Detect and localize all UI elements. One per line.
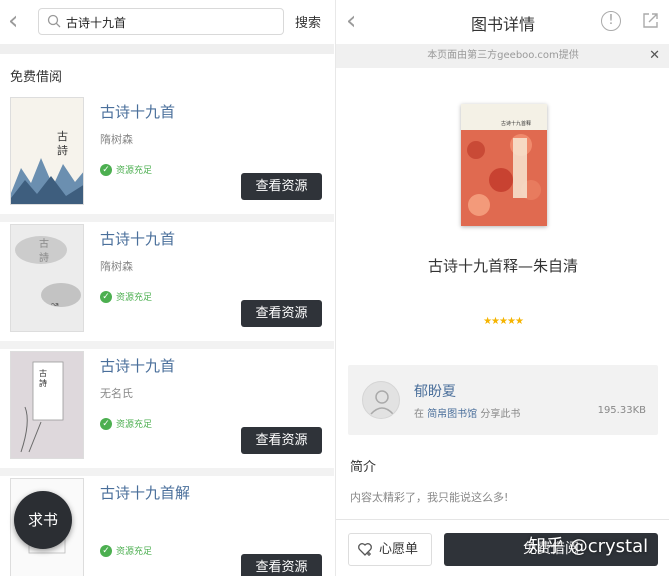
sharer-name[interactable]: 郁盼夏 — [414, 381, 456, 401]
book-cover: 古 詩 — [10, 351, 84, 459]
check-icon: ✓ — [100, 290, 112, 303]
divider — [0, 44, 334, 54]
info-icon[interactable]: ! — [601, 11, 621, 31]
svg-text:古: 古 — [39, 237, 49, 250]
intro-heading: 简介 — [350, 460, 377, 475]
check-icon: ✓ — [100, 417, 112, 430]
search-results-panel: ‹ 古诗十九首 搜索 免费借阅 古 詩 古诗十九首 隋树森 ✓ 资源充足 查看资… — [0, 0, 334, 576]
availability-badge: ✓ 资源充足 — [100, 163, 152, 176]
book-title[interactable]: 古诗十九首 — [100, 228, 175, 249]
availability-badge: ✓ 资源充足 — [100, 290, 152, 303]
file-size: 195.33KB — [597, 405, 646, 416]
section-title: 免费借阅 — [10, 70, 63, 85]
check-icon: ✓ — [100, 544, 112, 557]
list-item[interactable]: 古 詩 古诗十九首 隋树森 ✓ 资源充足 查看资源 — [0, 97, 334, 223]
search-button[interactable]: 搜索 — [295, 12, 321, 31]
book-title[interactable]: 古诗十九首 — [100, 101, 175, 122]
book-author: 隋树森 — [100, 133, 133, 146]
book-author: 无名氏 — [100, 387, 133, 400]
divider — [0, 214, 334, 222]
availability-badge: ✓ 资源充足 — [100, 544, 152, 557]
heart-icon — [358, 543, 372, 556]
divider — [336, 519, 669, 520]
list-item[interactable]: 古 詩 古诗十九首 无名氏 ✓ 资源充足 查看资源 — [0, 351, 334, 477]
sharer-card[interactable]: 郁盼夏 在 简帛图书馆 分享此书 195.33KB — [348, 365, 658, 435]
book-detail-panel: ‹ 图书详情 ! 本页面由第三方geeboo.com提供 ✕ 古诗十九首释 古诗… — [335, 0, 669, 576]
book-title[interactable]: 古诗十九首 — [100, 355, 175, 376]
svg-text:詩: 詩 — [39, 252, 49, 264]
search-header: ‹ 古诗十九首 搜索 — [0, 0, 334, 44]
divider — [0, 341, 334, 349]
close-icon[interactable]: ✕ — [649, 44, 660, 68]
avatar — [362, 381, 400, 419]
wishlist-button[interactable]: 心愿单 — [348, 533, 432, 566]
request-book-button[interactable]: 求书 — [14, 491, 72, 549]
search-icon — [47, 14, 61, 28]
library-link[interactable]: 简帛图书馆 — [427, 409, 477, 420]
sharer-library-line: 在 简帛图书馆 分享此书 — [414, 409, 521, 420]
third-party-notice: 本页面由第三方geeboo.com提供 ✕ — [336, 44, 669, 68]
check-icon: ✓ — [100, 163, 112, 176]
book-cover: 古诗十九首释 — [461, 104, 547, 226]
rating-stars: ★★★★★ — [483, 316, 524, 327]
book-title[interactable]: 古诗十九首解 — [100, 482, 190, 503]
view-resources-button[interactable]: 查看资源 — [241, 300, 322, 327]
svg-text:古: 古 — [39, 368, 47, 378]
search-input-value: 古诗十九首 — [66, 16, 127, 30]
detail-header: ‹ 图书详情 ! — [336, 0, 669, 44]
intro-text: 内容太精彩了，我只能说这么多! — [350, 491, 509, 504]
svg-text:詩: 詩 — [57, 144, 68, 157]
list-item[interactable]: 古 詩 ↝ 古诗十九首 隋树森 ✓ 资源充足 查看资源 — [0, 224, 334, 350]
search-input[interactable]: 古诗十九首 — [38, 8, 284, 35]
book-cover: 古 詩 — [10, 97, 84, 205]
book-author: 隋树森 — [100, 260, 133, 273]
svg-text:詩: 詩 — [39, 378, 47, 388]
view-resources-button[interactable]: 查看资源 — [241, 173, 322, 200]
watermark: 知乎 @crystal — [528, 536, 649, 557]
share-icon[interactable] — [641, 11, 660, 30]
view-resources-button[interactable]: 查看资源 — [241, 554, 322, 576]
svg-text:古: 古 — [57, 130, 68, 143]
back-icon[interactable]: ‹ — [8, 8, 30, 36]
svg-text:↝: ↝ — [50, 300, 59, 310]
availability-badge: ✓ 资源充足 — [100, 417, 152, 430]
divider — [0, 468, 334, 476]
book-title: 古诗十九首释—朱自清 — [427, 257, 578, 275]
cover-title: 古诗十九首释 — [501, 121, 532, 127]
book-cover: 古 詩 ↝ — [10, 224, 84, 332]
view-resources-button[interactable]: 查看资源 — [241, 427, 322, 454]
